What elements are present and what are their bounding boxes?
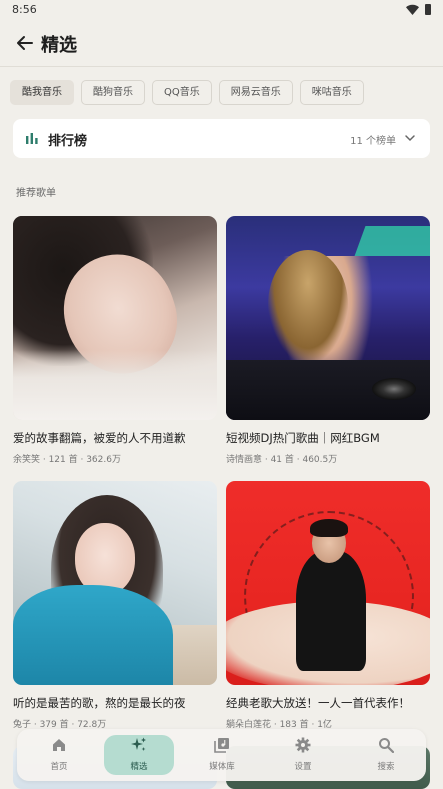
chevron-down-icon[interactable]: [404, 132, 416, 144]
battery-icon: [425, 4, 431, 15]
status-time: 8:56: [12, 3, 37, 16]
bar-chart-icon: [26, 133, 38, 144]
nav-label: 精选: [130, 762, 148, 772]
search-icon: [379, 738, 394, 753]
playlist-card[interactable]: 爱的故事翻篇，被爱的人不用道歉 余笑笑 · 121 首 · 362.6万: [13, 216, 217, 465]
app-bar: 精选: [0, 22, 443, 66]
playlist-cover[interactable]: [226, 216, 430, 420]
playlist-card[interactable]: 经典老歌大放送！一人一首代表作！ 躺朵白莲花 · 183 首 · 1亿: [226, 481, 430, 730]
home-icon: [53, 739, 65, 751]
ranking-label: 排行榜: [48, 134, 88, 149]
playlist-title: 听的是最苦的歌，熬的是最长的夜: [13, 696, 186, 710]
section-title: 推荐歌单: [16, 188, 56, 199]
playlist-cover[interactable]: [13, 216, 217, 420]
source-chip-qq[interactable]: QQ音乐: [152, 80, 212, 105]
playlist-cover[interactable]: [226, 481, 430, 685]
source-chip-migu[interactable]: 咪咕音乐: [299, 80, 364, 105]
nav-library[interactable]: 媒体库: [187, 729, 257, 781]
divider: [0, 66, 443, 67]
ranking-count: 11 个榜单: [350, 136, 396, 147]
source-chip-netease[interactable]: 网易云音乐: [218, 80, 293, 105]
playlist-card[interactable]: 短视频DJ热门歌曲｜网红BGM 诗情画意 · 41 首 · 460.5万: [226, 216, 430, 465]
source-chip-kugou[interactable]: 酷狗音乐: [81, 80, 145, 105]
playlist-title: 短视频DJ热门歌曲｜网红BGM: [226, 431, 380, 445]
sparkle-icon: [131, 737, 146, 751]
source-chip-kuwo[interactable]: 酷我音乐: [10, 80, 74, 105]
playlist-meta: 余笑笑 · 121 首 · 362.6万: [13, 455, 121, 465]
playlist-cover[interactable]: [13, 481, 217, 685]
nav-label: 媒体库: [209, 762, 235, 772]
nav-search[interactable]: 搜索: [351, 729, 421, 781]
playlist-title: 爱的故事翻篇，被爱的人不用道歉: [13, 431, 186, 445]
playlist-card[interactable]: 听的是最苦的歌，熬的是最长的夜 兔子 · 379 首 · 72.8万: [13, 481, 217, 730]
arrow-left-icon[interactable]: [14, 32, 36, 54]
nav-settings[interactable]: 设置: [268, 729, 338, 781]
playlist-title: 经典老歌大放送！一人一首代表作！: [226, 696, 410, 710]
gear-icon: [295, 737, 311, 753]
status-icons: [406, 4, 431, 15]
nav-label: 首页: [50, 762, 68, 772]
nav-label: 搜索: [377, 762, 395, 772]
library-icon: [214, 738, 229, 753]
playlist-meta: 诗情画意 · 41 首 · 460.5万: [226, 455, 338, 465]
wifi-icon: [406, 4, 419, 15]
nav-home[interactable]: 首页: [24, 729, 94, 781]
ranking-card[interactable]: 排行榜 11 个榜单: [13, 119, 430, 158]
page-title: 精选: [41, 35, 77, 56]
status-bar: 8:56: [0, 0, 443, 22]
nav-featured[interactable]: 精选: [104, 729, 174, 781]
nav-label: 设置: [294, 762, 312, 772]
source-tabs: 酷我音乐 酷狗音乐 QQ音乐 网易云音乐 咪咕音乐: [10, 80, 371, 105]
bottom-nav: 首页 精选 媒体库 设置 搜索: [17, 729, 426, 781]
